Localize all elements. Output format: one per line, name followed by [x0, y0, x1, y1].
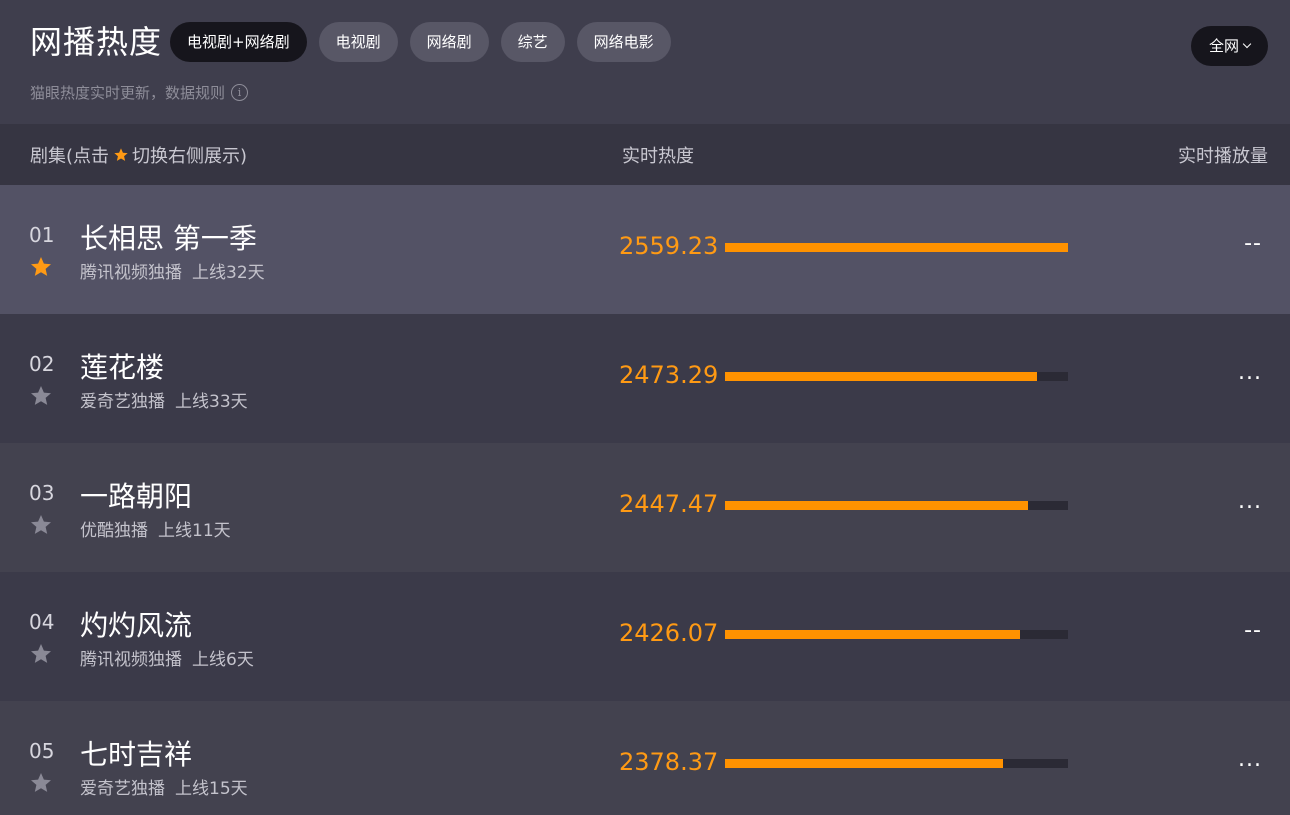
heat-value: 2426.07 [619, 619, 719, 647]
heat-bar [725, 243, 1068, 252]
heat-ranking-page: 网播热度 电视剧+网络剧 电视剧 网络剧 综艺 网络电影 全网 猫眼热度实时更新… [0, 0, 1290, 815]
heat-bar [725, 501, 1068, 510]
platform-label: 优酷独播 [80, 521, 148, 541]
rank-number: 04 [29, 610, 55, 634]
heat-bar-fill [725, 372, 1038, 381]
platform-label: 爱奇艺独播 [80, 779, 165, 799]
star-icon[interactable] [29, 642, 53, 666]
column-series: 剧集(点击 切换右侧展示) [30, 142, 247, 168]
series-meta: 腾讯视频独播 上线6天 [80, 645, 254, 670]
plays-value: -- [1244, 618, 1262, 643]
series-name[interactable]: 长相思 第一季 [80, 217, 257, 257]
list-item[interactable]: 04 灼灼风流 腾讯视频独播 上线6天 2426.07 -- [0, 572, 1290, 701]
heat-bar-fill [725, 501, 1029, 510]
heat-bar-fill [725, 630, 1021, 639]
column-series-prefix: 剧集(点击 [30, 146, 110, 167]
days-online: 上线6天 [192, 650, 254, 670]
star-icon[interactable] [29, 384, 53, 408]
ranking-list: 01 长相思 第一季 腾讯视频独播 上线32天 2559.23 -- 02 莲花楼… [0, 185, 1290, 815]
column-heat: 实时热度 [622, 146, 694, 167]
plays-value: ... [1238, 489, 1262, 514]
star-icon [114, 148, 128, 161]
heat-bar [725, 759, 1068, 768]
series-name[interactable]: 一路朝阳 [80, 475, 192, 515]
heat-bar [725, 372, 1068, 381]
tab-variety[interactable]: 综艺 [500, 22, 565, 62]
plays-value: ... [1238, 747, 1262, 772]
heat-value: 2447.47 [619, 490, 719, 518]
chevron-down-icon [1242, 39, 1252, 49]
days-online: 上线33天 [175, 392, 248, 412]
page-title: 网播热度 [30, 23, 163, 61]
days-online: 上线32天 [192, 263, 265, 283]
list-item[interactable]: 02 莲花楼 爱奇艺独播 上线33天 2473.29 ... [0, 314, 1290, 443]
list-item[interactable]: 05 七时吉祥 爱奇艺独播 上线15天 2378.37 ... [0, 701, 1290, 815]
heat-bar-fill [725, 243, 1068, 252]
rank-number: 01 [29, 223, 55, 247]
heat-value: 2559.23 [619, 232, 719, 260]
plays-value: -- [1244, 231, 1262, 256]
heat-value: 2378.37 [619, 748, 719, 776]
series-name[interactable]: 灼灼风流 [80, 604, 192, 644]
column-series-suffix: 切换右侧展示) [132, 146, 248, 167]
heat-bar-fill [725, 759, 1004, 768]
region-dropdown[interactable]: 全网 [1190, 26, 1268, 66]
heat-bar [725, 630, 1068, 639]
subtitle: 猫眼热度实时更新，数据规则 i [30, 82, 249, 103]
column-plays: 实时播放量 [1178, 146, 1268, 167]
days-online: 上线15天 [175, 779, 248, 799]
rank-number: 05 [29, 739, 55, 763]
platform-label: 腾讯视频独播 [80, 263, 182, 283]
series-meta: 爱奇艺独播 上线33天 [80, 387, 248, 412]
tab-tv-and-web[interactable]: 电视剧+网络剧 [170, 22, 307, 62]
list-item[interactable]: 03 一路朝阳 优酷独播 上线11天 2447.47 ... [0, 443, 1290, 572]
plays-value: ... [1238, 360, 1262, 385]
days-online: 上线11天 [158, 521, 231, 541]
platform-label: 爱奇艺独播 [80, 392, 165, 412]
tab-tv[interactable]: 电视剧 [318, 22, 398, 62]
platform-label: 腾讯视频独播 [80, 650, 182, 670]
region-label: 全网 [1208, 37, 1239, 55]
tab-web-series[interactable]: 网络剧 [409, 22, 489, 62]
column-header: 剧集(点击 切换右侧展示) 实时热度 实时播放量 [0, 124, 1290, 185]
rank-number: 02 [29, 352, 55, 376]
subtitle-text: 猫眼热度实时更新，数据规则 [30, 84, 226, 102]
series-meta: 腾讯视频独播 上线32天 [80, 258, 265, 283]
rank-number: 03 [29, 481, 55, 505]
star-icon[interactable] [29, 513, 53, 537]
list-item[interactable]: 01 长相思 第一季 腾讯视频独播 上线32天 2559.23 -- [0, 185, 1290, 314]
star-icon[interactable] [29, 255, 53, 279]
series-meta: 优酷独播 上线11天 [80, 516, 231, 541]
series-name[interactable]: 莲花楼 [80, 346, 164, 386]
heat-value: 2473.29 [619, 361, 719, 389]
series-name[interactable]: 七时吉祥 [80, 733, 192, 773]
tab-web-movie[interactable]: 网络电影 [576, 22, 671, 62]
info-icon[interactable]: i [231, 84, 249, 101]
series-meta: 爱奇艺独播 上线15天 [80, 774, 248, 799]
header: 网播热度 电视剧+网络剧 电视剧 网络剧 综艺 网络电影 全网 猫眼热度实时更新… [0, 0, 1290, 124]
star-icon[interactable] [29, 771, 53, 795]
category-tabs: 电视剧+网络剧 电视剧 网络剧 综艺 网络电影 [170, 22, 671, 62]
